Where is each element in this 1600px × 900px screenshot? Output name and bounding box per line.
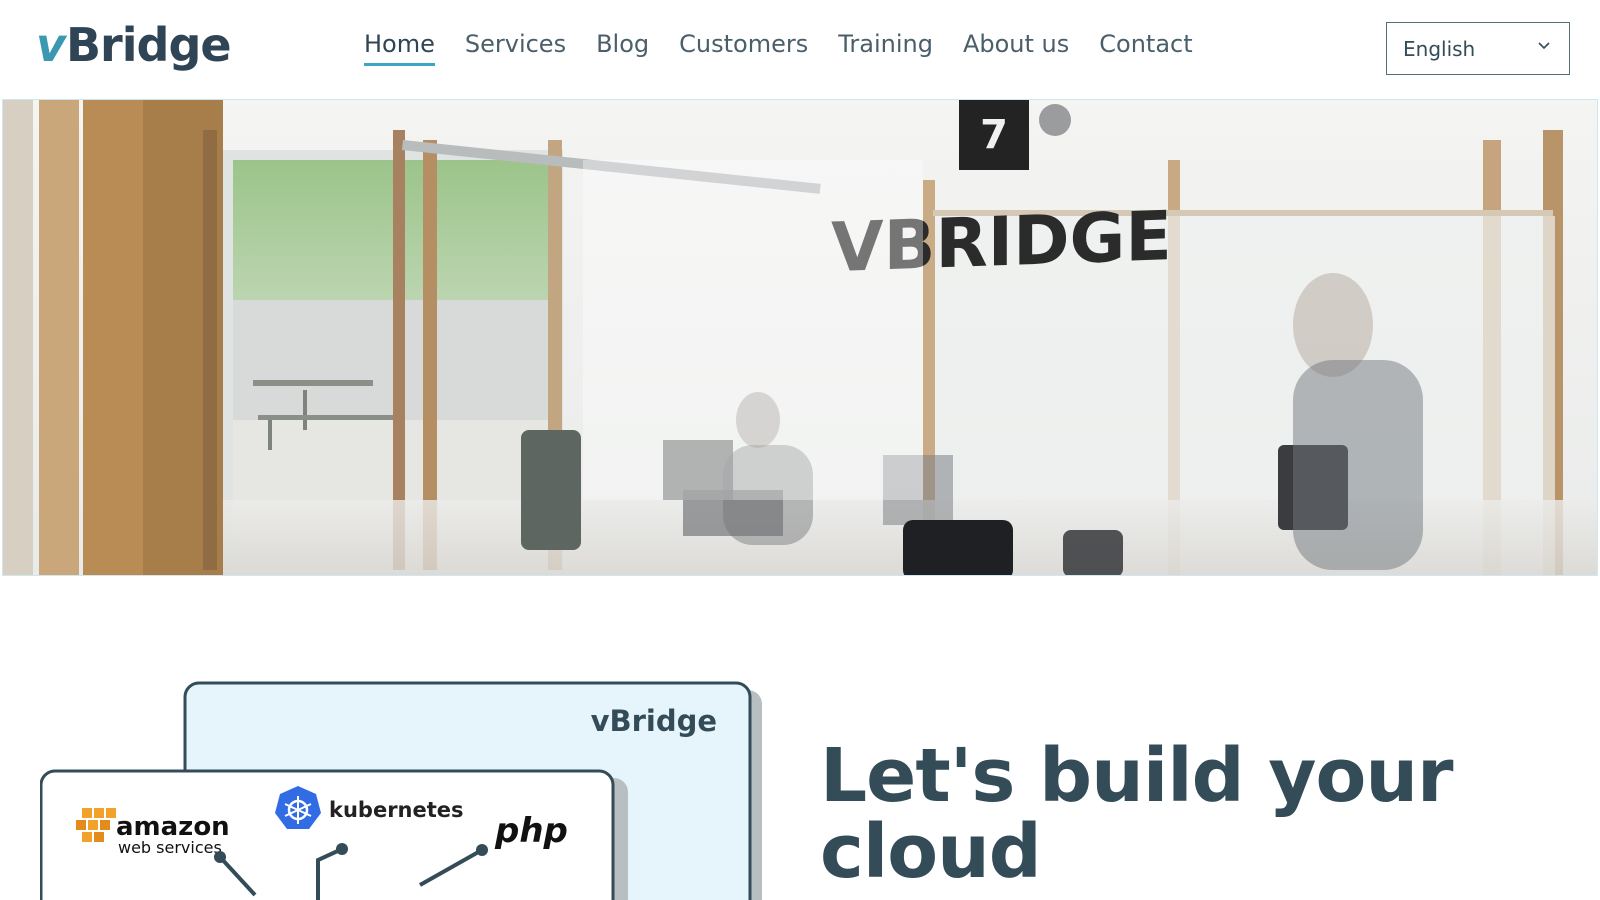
site-header: vBridge Home Services Blog Customers Tra… — [0, 0, 1600, 98]
site-logo[interactable]: vBridge — [36, 18, 232, 72]
headline-line-2: cloud — [820, 809, 1042, 895]
nav-about-us[interactable]: About us — [963, 30, 1069, 58]
logo-v: v — [36, 18, 66, 72]
kubernetes-logo-text: kubernetes — [329, 798, 464, 822]
language-selected: English — [1403, 36, 1476, 61]
nav-customers[interactable]: Customers — [679, 30, 808, 58]
cloud-illustration: vBridge amazon web services kubernetes p… — [39, 680, 780, 900]
nav-blog[interactable]: Blog — [596, 30, 649, 58]
nav-home[interactable]: Home — [364, 30, 435, 66]
illustration-brand-label: vBridge — [591, 704, 717, 738]
headline-line-1: Let's build your — [820, 733, 1454, 819]
logo-text: Bridge — [66, 18, 232, 72]
nav-training[interactable]: Training — [838, 30, 933, 58]
language-select[interactable]: English — [1386, 22, 1570, 75]
nav-contact[interactable]: Contact — [1099, 30, 1192, 58]
nav-services[interactable]: Services — [465, 30, 566, 58]
aws-logo-subtext: web services — [118, 838, 222, 857]
hero-image: 7 VBRIDGE — [2, 99, 1598, 576]
chevron-down-icon — [1538, 42, 1550, 50]
main-nav: Home Services Blog Customers Training Ab… — [364, 30, 1223, 66]
php-logo-text: php — [494, 811, 568, 851]
hero-headline: Let's build your cloud — [820, 738, 1540, 890]
room-number: 7 — [980, 112, 1008, 158]
